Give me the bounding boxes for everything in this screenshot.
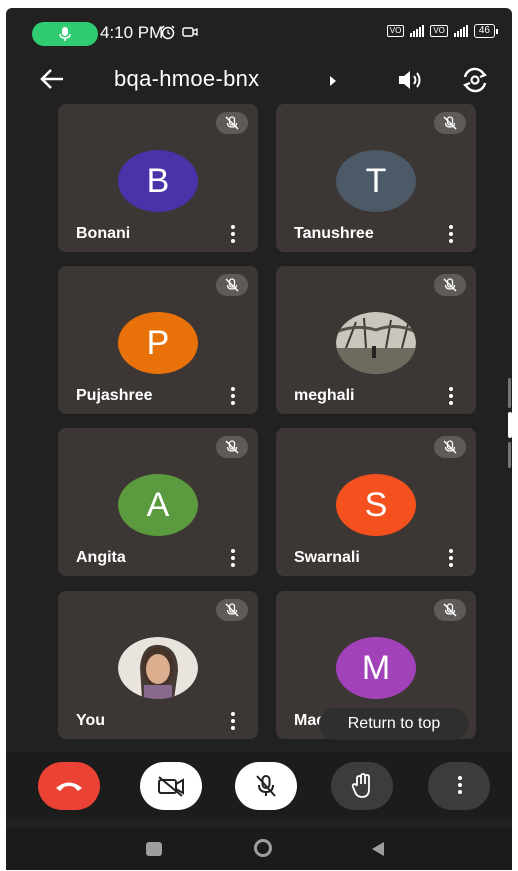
camera-off-icon <box>158 776 184 797</box>
mic-off-icon <box>216 599 248 621</box>
more-vertical-icon[interactable] <box>448 225 454 243</box>
mic-off-icon <box>216 112 248 134</box>
video-call-icon <box>182 27 198 37</box>
more-vertical-icon[interactable] <box>230 712 236 730</box>
avatar-photo <box>118 637 198 699</box>
mic-off-icon <box>216 436 248 458</box>
participant-name: Angita <box>76 549 126 566</box>
circle-home-icon[interactable] <box>254 839 272 857</box>
status-time: 4:10 PM <box>100 23 164 42</box>
call-controls <box>6 752 512 820</box>
mic-off-icon <box>216 274 248 296</box>
end-call-button[interactable] <box>38 762 100 810</box>
participant-tile[interactable]: You <box>58 591 258 739</box>
signal-5g-icon <box>410 25 425 37</box>
more-vertical-icon[interactable] <box>230 549 236 567</box>
flip-camera-icon[interactable] <box>460 65 490 95</box>
battery-level: 46 <box>473 24 495 38</box>
avatar-photo <box>336 312 416 374</box>
more-vertical-icon[interactable] <box>230 387 236 405</box>
mic-icon <box>59 27 71 41</box>
mic-toggle-button[interactable] <box>235 762 297 810</box>
camera-toggle-button[interactable] <box>140 762 202 810</box>
status-bar: 4:10 PM VO VO 46 <box>6 8 512 54</box>
avatar: P <box>118 312 198 374</box>
participant-name: You <box>76 712 106 729</box>
active-mic-indicator[interactable] <box>32 22 98 46</box>
more-vertical-icon <box>457 775 462 797</box>
return-to-top-button[interactable]: Return to top <box>319 708 469 740</box>
participant-name: Pujashree <box>76 387 153 404</box>
more-vertical-icon[interactable] <box>448 549 454 567</box>
volte-icon-2: VO <box>430 25 448 37</box>
triangle-back-icon[interactable] <box>370 841 386 857</box>
phone-end-icon <box>56 782 82 791</box>
mic-off-icon <box>256 775 276 797</box>
avatar: S <box>336 474 416 536</box>
participant-tile[interactable]: A Angita <box>58 428 258 576</box>
avatar: T <box>336 150 416 212</box>
avatar: M <box>336 637 416 699</box>
participant-tile[interactable]: B Bonani <box>58 104 258 252</box>
mic-off-icon <box>434 599 466 621</box>
participant-name: Bonani <box>76 225 131 242</box>
hand-icon <box>351 773 370 798</box>
mic-off-icon <box>434 274 466 296</box>
more-vertical-icon[interactable] <box>448 387 454 405</box>
battery-icon: 46 <box>473 24 498 38</box>
participant-name: Tanushree <box>294 225 374 242</box>
raise-hand-button[interactable] <box>331 762 393 810</box>
more-vertical-icon[interactable] <box>230 225 236 243</box>
system-indicators: VO VO 46 <box>386 24 498 38</box>
participant-name: Swarnali <box>294 549 360 566</box>
signal-icon <box>453 25 468 37</box>
meeting-code[interactable]: bqa-hmoe-bnx <box>114 66 259 92</box>
speaker-icon[interactable] <box>396 67 424 93</box>
participant-tile[interactable]: P Pujashree <box>58 266 258 414</box>
status-icons <box>160 24 198 40</box>
arrow-left-icon[interactable] <box>38 64 68 94</box>
mic-off-icon <box>434 436 466 458</box>
caret-right-icon[interactable] <box>328 75 338 87</box>
alarm-icon <box>161 25 175 40</box>
participant-name: meghali <box>294 387 355 404</box>
participant-tile[interactable]: meghali <box>276 266 476 414</box>
avatar: A <box>118 474 198 536</box>
avatar: B <box>118 150 198 212</box>
mic-off-icon <box>434 112 466 134</box>
square-recents-icon[interactable] <box>146 842 162 856</box>
participant-tile[interactable]: S Swarnali <box>276 428 476 576</box>
participant-tile[interactable]: T Tanushree <box>276 104 476 252</box>
system-nav-bar <box>6 828 512 870</box>
more-options-button[interactable] <box>428 762 490 810</box>
volte-icon: VO <box>386 25 405 37</box>
scrollbar[interactable] <box>508 378 512 468</box>
meeting-header: bqa-hmoe-bnx <box>6 54 512 106</box>
meet-screen: 4:10 PM VO VO 46 bqa-hmoe-bnx B Bonani T… <box>6 8 512 870</box>
